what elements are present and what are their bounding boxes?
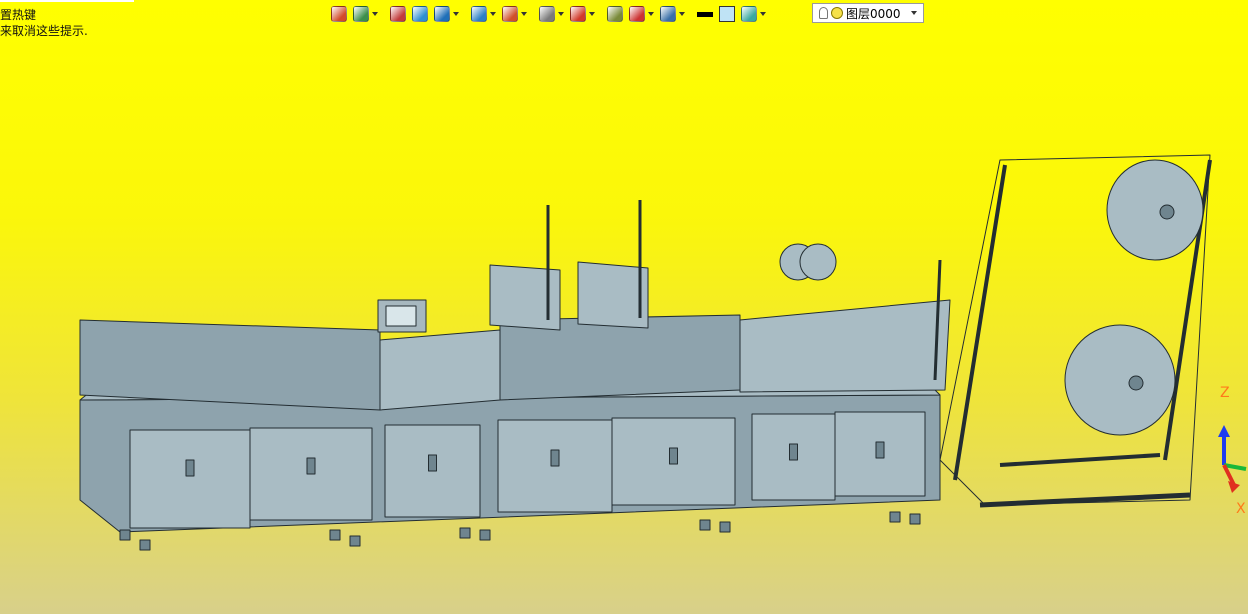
caster-wheel <box>139 539 151 551</box>
roll-bottom <box>1064 324 1176 436</box>
machine-model[interactable] <box>0 0 1248 614</box>
axis-indicator: Z X <box>1200 385 1248 525</box>
door-handle <box>550 449 560 467</box>
caster-wheel <box>329 529 341 541</box>
screen <box>385 305 417 327</box>
caster-wheel <box>479 529 491 541</box>
x-axis-label: X <box>1236 501 1246 517</box>
roll-top-hub <box>1159 204 1175 220</box>
frame-bottom <box>979 492 1191 508</box>
roll-bottom-hub <box>1128 375 1144 391</box>
caster-wheel <box>699 519 711 531</box>
caster-wheel <box>889 511 901 523</box>
tower-2 <box>577 261 649 329</box>
caster-wheel <box>349 535 361 547</box>
mechanism-section-4 <box>739 299 951 393</box>
z-axis-arrow <box>1218 425 1230 437</box>
cad-viewport[interactable]: 置热键 来取消这些提示. 图层0000 Z X <box>0 0 1248 614</box>
caster-wheel <box>119 529 131 541</box>
cabinet-door <box>129 429 251 529</box>
caster-wheel <box>719 521 731 533</box>
roll-top <box>1106 159 1204 261</box>
reel-2 <box>799 243 837 281</box>
door-handle <box>428 454 437 472</box>
frame-left <box>953 164 1007 481</box>
caster-wheel <box>459 527 471 539</box>
door-handle <box>875 441 885 459</box>
door-handle <box>306 457 316 475</box>
z-axis-label: Z <box>1220 385 1230 401</box>
mechanism-section-1 <box>79 319 381 411</box>
mechanism-section-2 <box>379 329 501 411</box>
door-handle <box>185 459 195 477</box>
door-handle <box>669 447 678 465</box>
caster-wheel <box>909 513 921 525</box>
door-handle <box>789 443 798 461</box>
frame-mid <box>999 453 1161 467</box>
